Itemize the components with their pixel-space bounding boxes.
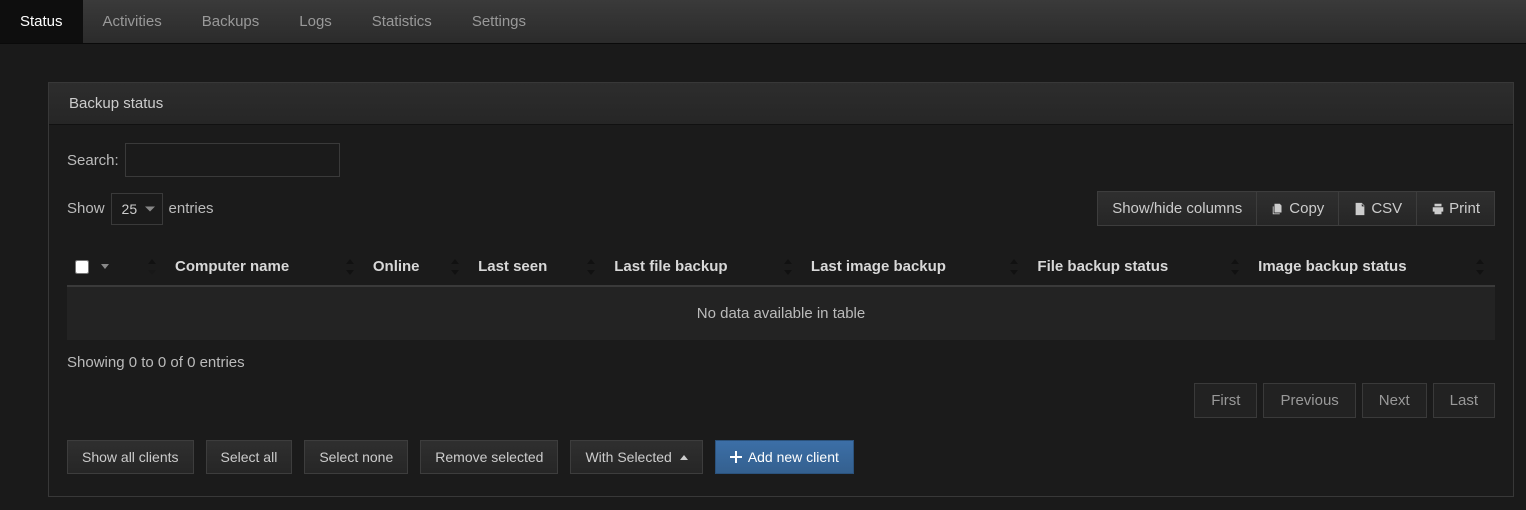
nav-tab-logs[interactable]: Logs [279, 0, 352, 43]
controls-row: Show 25 entries Show/hide columns Copy C… [67, 191, 1495, 226]
page-previous-button[interactable]: Previous [1263, 383, 1355, 418]
table-tools: Show/hide columns Copy CSV Print [1097, 191, 1495, 226]
column-last-file-backup[interactable]: Last file backup [606, 248, 803, 286]
select-all-button[interactable]: Select all [206, 440, 293, 474]
copy-icon [1271, 202, 1285, 216]
print-label: Print [1449, 200, 1480, 217]
entries-select[interactable]: 25 [111, 193, 163, 225]
nav-tab-backups[interactable]: Backups [182, 0, 280, 43]
column-label: Image backup status [1258, 258, 1406, 275]
sort-icon [781, 259, 795, 275]
select-all-checkbox[interactable] [75, 260, 89, 274]
nav-tab-statistics[interactable]: Statistics [352, 0, 452, 43]
print-button[interactable]: Print [1417, 191, 1495, 226]
show-all-clients-button[interactable]: Show all clients [67, 440, 194, 474]
page-last-button[interactable]: Last [1433, 383, 1495, 418]
csv-button[interactable]: CSV [1339, 191, 1417, 226]
plus-icon [730, 451, 742, 463]
sort-icon [1007, 259, 1021, 275]
column-computer-name[interactable]: Computer name [167, 248, 365, 286]
page-next-button[interactable]: Next [1362, 383, 1427, 418]
panel-title: Backup status [49, 83, 1513, 125]
file-icon [1353, 202, 1367, 216]
caret-up-icon [680, 455, 688, 460]
print-icon [1431, 202, 1445, 216]
copy-button[interactable]: Copy [1257, 191, 1339, 226]
column-label: Last seen [478, 258, 547, 275]
add-new-label: Add new client [748, 449, 839, 465]
status-table: Computer name Online Last seen [67, 248, 1495, 340]
sort-icon [448, 259, 462, 275]
column-image-backup-status[interactable]: Image backup status [1250, 248, 1495, 286]
with-selected-button[interactable]: With Selected [570, 440, 702, 474]
sort-icon [145, 259, 159, 275]
csv-label: CSV [1371, 200, 1402, 217]
sort-icon [584, 259, 598, 275]
entries-label: entries [169, 200, 214, 217]
search-input[interactable] [125, 143, 340, 177]
column-last-image-backup[interactable]: Last image backup [803, 248, 1029, 286]
table-info: Showing 0 to 0 of 0 entries [67, 354, 1495, 371]
empty-row: No data available in table [67, 286, 1495, 340]
column-last-seen[interactable]: Last seen [470, 248, 606, 286]
remove-selected-button[interactable]: Remove selected [420, 440, 558, 474]
nav-tab-activities[interactable]: Activities [83, 0, 182, 43]
column-label: Last file backup [614, 258, 727, 275]
top-nav: Status Activities Backups Logs Statistic… [0, 0, 1526, 44]
copy-label: Copy [1289, 200, 1324, 217]
pagination: First Previous Next Last [67, 383, 1495, 418]
column-label: Last image backup [811, 258, 946, 275]
sort-icon [1228, 259, 1242, 275]
chevron-down-icon [101, 264, 109, 269]
length-control: Show 25 entries [67, 193, 214, 225]
column-label: Online [373, 258, 420, 275]
add-new-client-button[interactable]: Add new client [715, 440, 854, 474]
select-none-button[interactable]: Select none [304, 440, 408, 474]
sort-icon [1473, 259, 1487, 275]
action-row: Show all clients Select all Select none … [67, 440, 1495, 474]
column-label: Computer name [175, 258, 289, 275]
show-hide-columns-button[interactable]: Show/hide columns [1097, 191, 1257, 226]
sort-icon [343, 259, 357, 275]
empty-message: No data available in table [67, 286, 1495, 340]
column-online[interactable]: Online [365, 248, 470, 286]
page-first-button[interactable]: First [1194, 383, 1257, 418]
nav-tab-status[interactable]: Status [0, 0, 83, 43]
search-label: Search: [67, 152, 119, 169]
with-selected-label: With Selected [585, 449, 671, 465]
column-select[interactable] [67, 248, 167, 286]
show-label: Show [67, 200, 105, 217]
backup-status-panel: Backup status Search: Show 25 entries Sh… [48, 82, 1514, 497]
nav-tab-settings[interactable]: Settings [452, 0, 546, 43]
search-row: Search: [67, 143, 1495, 177]
column-file-backup-status[interactable]: File backup status [1029, 248, 1250, 286]
column-label: File backup status [1037, 258, 1168, 275]
